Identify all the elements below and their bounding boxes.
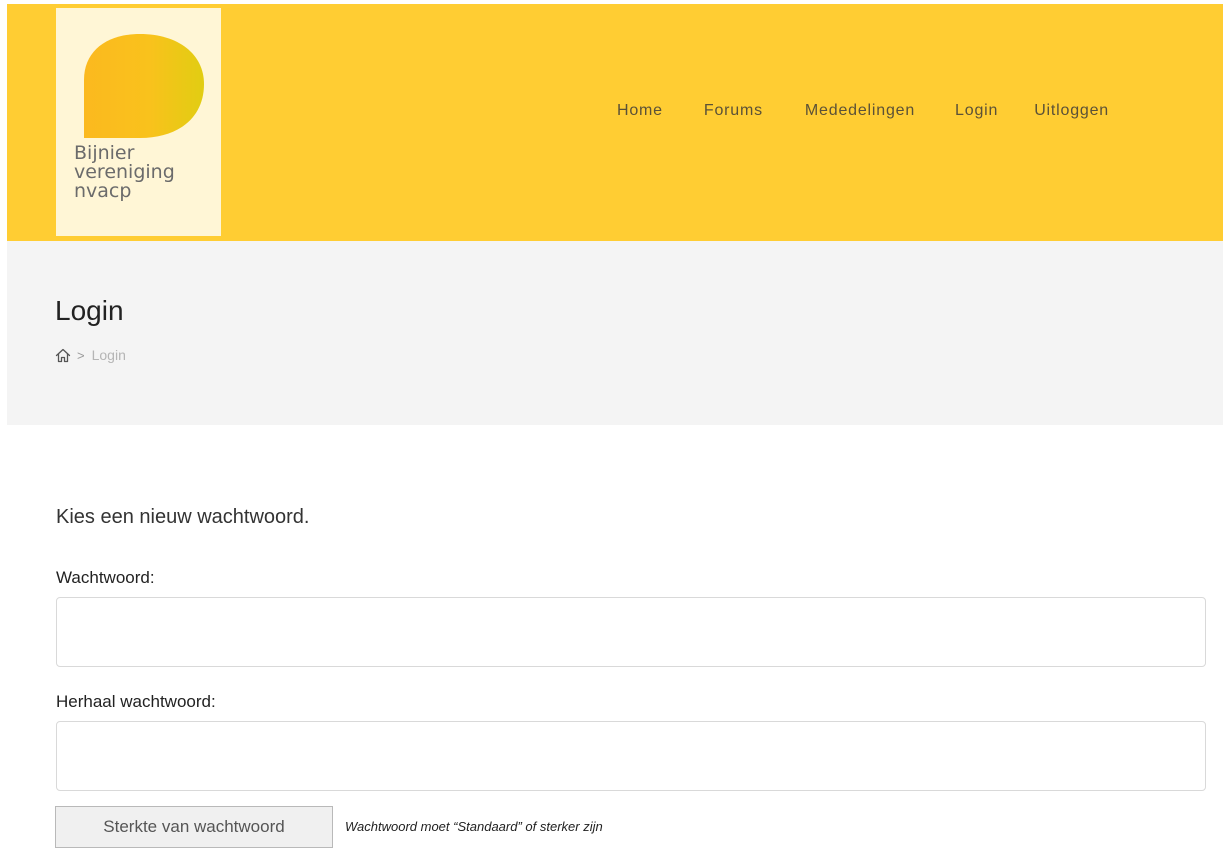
home-icon bbox=[55, 348, 71, 362]
password-label: Wachtwoord: bbox=[56, 568, 155, 587]
nav-mededelingen[interactable]: Mededelingen bbox=[805, 102, 915, 120]
password-hint: Wachtwoord moet “Standaard” of sterker z… bbox=[345, 819, 603, 834]
nav-forums[interactable]: Forums bbox=[704, 102, 763, 120]
page-banner: Login > Login bbox=[7, 241, 1223, 425]
password-input[interactable] bbox=[56, 597, 1206, 667]
nav-home[interactable]: Home bbox=[617, 102, 663, 120]
logo-line-3: nvacp bbox=[74, 180, 132, 202]
site-header: Bijnier vereniging nvacp Home Forums Med… bbox=[7, 4, 1223, 241]
leaf-icon bbox=[84, 34, 204, 138]
repeat-password-label: Herhaal wachtwoord: bbox=[56, 692, 216, 711]
nav-uitloggen[interactable]: Uitloggen bbox=[1034, 102, 1109, 120]
page-title: Login bbox=[55, 295, 124, 326]
form-intro: Kies een nieuw wachtwoord. bbox=[56, 506, 310, 528]
breadcrumb-home-link[interactable] bbox=[55, 348, 71, 363]
main-nav: Home Forums Mededelingen Login Uitloggen bbox=[617, 102, 1109, 120]
nav-login[interactable]: Login bbox=[955, 102, 998, 120]
logo-text: Bijnier vereniging nvacp bbox=[74, 144, 175, 201]
breadcrumb-separator: > bbox=[77, 347, 85, 363]
repeat-password-input[interactable] bbox=[56, 721, 1206, 791]
site-logo[interactable]: Bijnier vereniging nvacp bbox=[56, 8, 221, 236]
breadcrumb: > Login bbox=[55, 347, 126, 363]
password-strength-indicator: Sterkte van wachtwoord bbox=[55, 806, 333, 848]
breadcrumb-current: Login bbox=[91, 347, 126, 363]
